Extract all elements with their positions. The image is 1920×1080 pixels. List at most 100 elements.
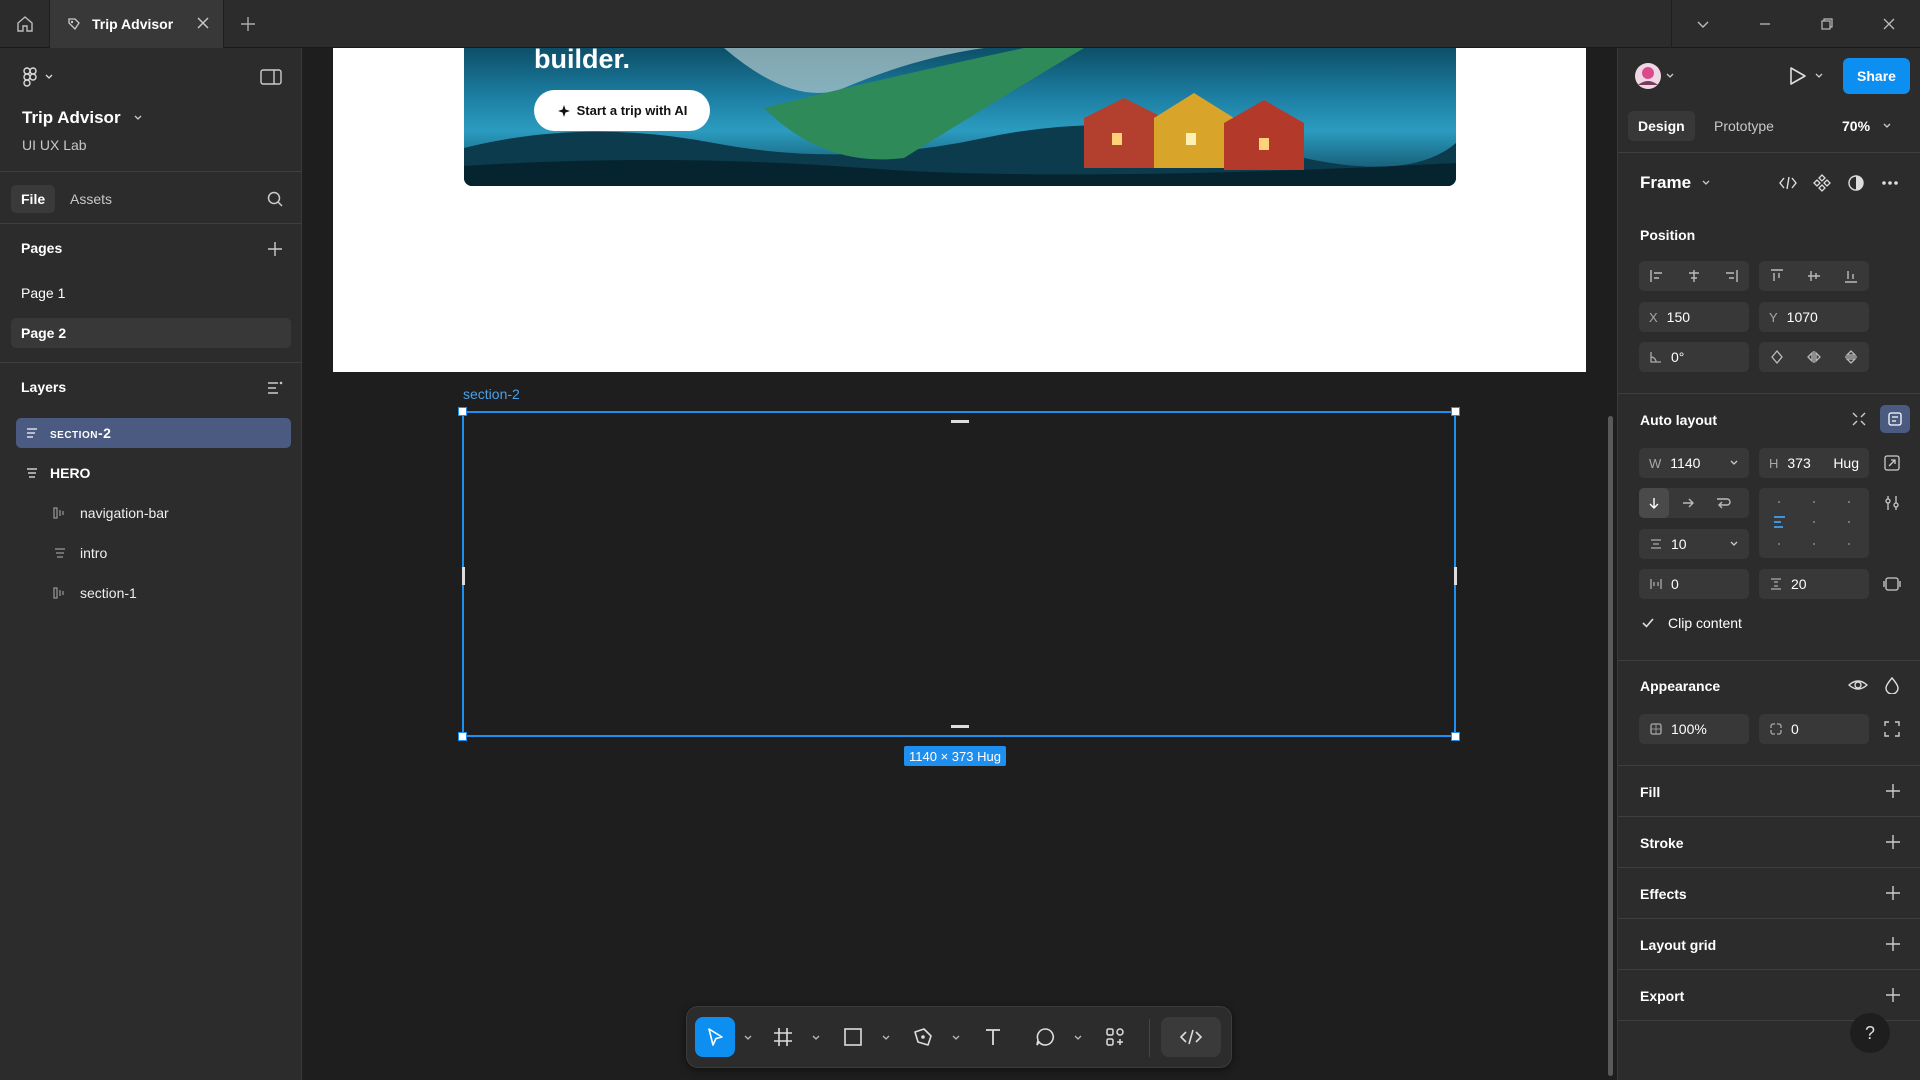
- add-fill-icon[interactable]: [1884, 782, 1902, 800]
- clip-content-checkbox[interactable]: Clip content: [1640, 613, 1742, 633]
- add-stroke-icon[interactable]: [1884, 833, 1902, 851]
- corner-handle-top-right[interactable]: [1451, 407, 1460, 416]
- chevron-down-icon[interactable]: [743, 1033, 753, 1043]
- tabs-dropdown-button[interactable]: [1672, 0, 1734, 48]
- resize-handle-right[interactable]: [1454, 567, 1457, 585]
- home-button[interactable]: [0, 0, 50, 48]
- collapse-icon[interactable]: [1850, 410, 1868, 428]
- corner-handle-bottom-right[interactable]: [1451, 732, 1460, 741]
- eye-icon[interactable]: [1848, 676, 1868, 694]
- tab-trip-advisor[interactable]: Trip Advisor: [50, 0, 224, 48]
- page-item-1[interactable]: Page 1: [11, 278, 291, 308]
- user-avatar-button[interactable]: [1633, 61, 1677, 96]
- tab-design[interactable]: Design: [1628, 111, 1695, 141]
- design-canvas[interactable]: builder. Start a trip with AI section-2 …: [303, 48, 1617, 1080]
- comment-tool[interactable]: [1025, 1017, 1065, 1057]
- add-layout-grid-icon[interactable]: [1884, 935, 1902, 953]
- project-title[interactable]: Trip Advisor: [22, 108, 143, 128]
- flip-vertical-icon[interactable]: [1843, 349, 1859, 365]
- rotate-icon[interactable]: [1769, 349, 1785, 365]
- auto-layout-toggle[interactable]: [1880, 405, 1910, 433]
- individual-padding-icon[interactable]: [1883, 575, 1901, 593]
- canvas-scrollbar[interactable]: [1608, 416, 1613, 1076]
- height-field[interactable]: H 373 Hug: [1759, 448, 1869, 478]
- align-bottom-icon[interactable]: [1843, 268, 1859, 284]
- mask-icon[interactable]: [1847, 174, 1865, 192]
- text-tool[interactable]: [973, 1017, 1013, 1057]
- actions-tool[interactable]: [1095, 1017, 1135, 1057]
- horizontal-padding-field[interactable]: 0: [1639, 569, 1749, 599]
- layout-settings-icon[interactable]: [1883, 494, 1901, 512]
- selected-frame-section-2[interactable]: [462, 411, 1457, 737]
- restore-button[interactable]: [1796, 0, 1858, 48]
- direction-vertical-button[interactable]: [1639, 488, 1669, 518]
- move-tool[interactable]: [695, 1017, 735, 1057]
- rotation-field[interactable]: 0°: [1639, 342, 1749, 372]
- search-icon[interactable]: [266, 190, 284, 208]
- corner-handle-top-left[interactable]: [458, 407, 467, 416]
- present-button[interactable]: [1786, 64, 1826, 93]
- start-trip-button[interactable]: Start a trip with AI: [534, 90, 710, 131]
- layer-navigation-bar[interactable]: navigation-bar: [52, 498, 292, 528]
- padding-handle-top[interactable]: [951, 420, 969, 423]
- dev-mode-toggle[interactable]: [1161, 1017, 1221, 1057]
- help-button[interactable]: ?: [1850, 1013, 1890, 1053]
- chevron-down-icon[interactable]: [881, 1033, 891, 1043]
- layer-intro[interactable]: intro: [52, 538, 292, 568]
- layer-hero[interactable]: HERO: [16, 458, 291, 488]
- vertical-padding-field[interactable]: 20: [1759, 569, 1869, 599]
- independent-corners-icon[interactable]: [1883, 720, 1901, 738]
- zoom-dropdown[interactable]: 70%: [1842, 111, 1892, 141]
- tab-prototype[interactable]: Prototype: [1710, 111, 1778, 141]
- corner-radius-field[interactable]: 0: [1759, 714, 1869, 744]
- main-menu-button[interactable]: [22, 66, 54, 93]
- x-position-field[interactable]: X 150: [1639, 302, 1749, 332]
- frame-tool[interactable]: [763, 1017, 803, 1057]
- more-icon[interactable]: [1880, 174, 1900, 192]
- selection-frame-label[interactable]: section-2: [463, 386, 520, 402]
- resize-to-fit-icon[interactable]: [1883, 454, 1901, 472]
- component-icon[interactable]: [1813, 174, 1831, 192]
- tab-assets[interactable]: Assets: [60, 185, 122, 213]
- align-top-icon[interactable]: [1769, 268, 1785, 284]
- align-right-icon[interactable]: [1723, 268, 1739, 284]
- arrow-right-icon[interactable]: [1681, 496, 1695, 510]
- chevron-down-icon[interactable]: [951, 1033, 961, 1043]
- add-export-icon[interactable]: [1884, 986, 1902, 1004]
- resize-handle-left[interactable]: [462, 567, 465, 585]
- flip-horizontal-icon[interactable]: [1806, 349, 1822, 365]
- layer-filter-icon[interactable]: [266, 379, 284, 397]
- layer-section-1[interactable]: section-1: [52, 578, 292, 608]
- minimize-button[interactable]: [1734, 0, 1796, 48]
- gap-field[interactable]: 10: [1639, 529, 1749, 559]
- add-effect-icon[interactable]: [1884, 884, 1902, 902]
- tab-file[interactable]: File: [11, 185, 56, 213]
- corner-handle-bottom-left[interactable]: [458, 732, 467, 741]
- width-field[interactable]: W 1140: [1639, 448, 1749, 478]
- chevron-down-icon[interactable]: [811, 1033, 821, 1043]
- align-center-horizontal-icon[interactable]: [1686, 268, 1702, 284]
- divider: [1618, 918, 1920, 919]
- share-button[interactable]: Share: [1843, 58, 1910, 94]
- close-window-button[interactable]: [1858, 0, 1920, 48]
- add-page-icon[interactable]: [266, 240, 284, 258]
- wrap-icon[interactable]: [1715, 496, 1731, 510]
- page-item-2[interactable]: Page 2: [11, 318, 291, 348]
- pen-tool[interactable]: [903, 1017, 943, 1057]
- shape-tool[interactable]: [833, 1017, 873, 1057]
- alignment-grid[interactable]: [1759, 488, 1869, 558]
- align-middle-icon[interactable]: [1806, 268, 1822, 284]
- new-tab-icon[interactable]: [238, 14, 258, 34]
- align-left-icon[interactable]: [1649, 268, 1665, 284]
- code-icon[interactable]: [1778, 174, 1798, 192]
- toggle-sidebar-button[interactable]: [260, 68, 282, 91]
- y-position-field[interactable]: Y 1070: [1759, 302, 1869, 332]
- layer-section-2[interactable]: section-2: [16, 418, 291, 448]
- hero-frame[interactable]: builder. Start a trip with AI: [333, 48, 1586, 372]
- frame-type-dropdown[interactable]: Frame: [1640, 168, 1711, 198]
- drop-icon[interactable]: [1884, 676, 1900, 694]
- chevron-down-icon[interactable]: [1073, 1033, 1083, 1043]
- close-icon[interactable]: [195, 15, 211, 31]
- padding-handle-bottom[interactable]: [951, 725, 969, 728]
- opacity-field[interactable]: 100%: [1639, 714, 1749, 744]
